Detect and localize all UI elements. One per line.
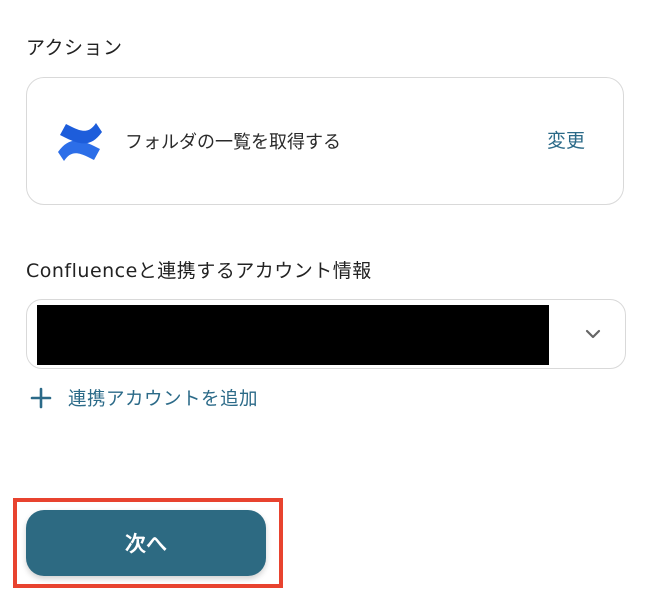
action-description: フォルダの一覧を取得する [125, 132, 341, 153]
chevron-down-icon [585, 329, 601, 339]
redacted-account-value [37, 305, 549, 365]
change-action-button[interactable]: 変更 [547, 126, 585, 153]
next-button[interactable]: 次へ [26, 510, 266, 576]
confluence-logo-icon [58, 123, 102, 161]
plus-icon [30, 387, 52, 409]
account-select[interactable] [26, 299, 626, 369]
add-linked-account-button[interactable]: 連携アカウントを追加 [30, 384, 258, 412]
action-card: フォルダの一覧を取得する 変更 [26, 77, 624, 205]
action-section-label: アクション [26, 37, 123, 59]
account-section-label: Confluenceと連携するアカウント情報 [26, 260, 372, 282]
add-account-label: 連携アカウントを追加 [68, 389, 259, 410]
